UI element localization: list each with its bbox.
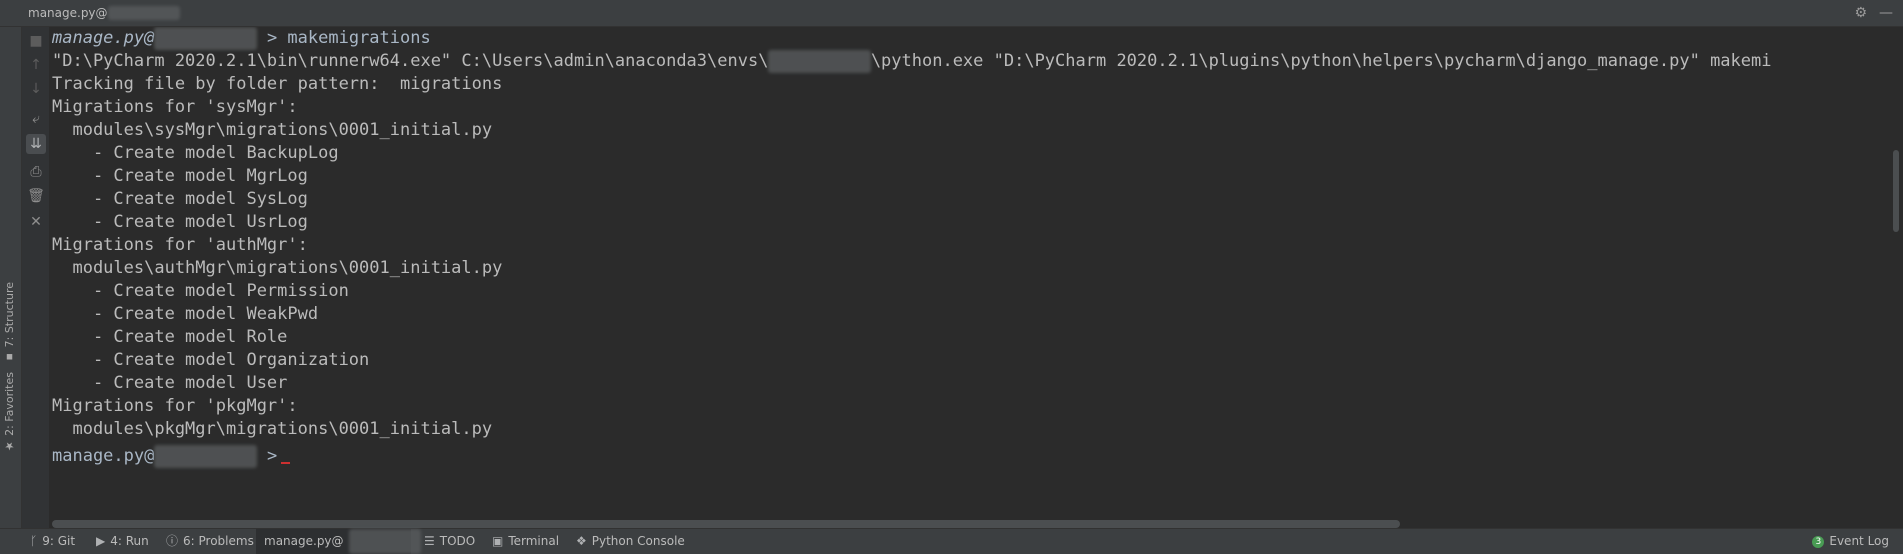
event-log-label: Event Log: [1829, 534, 1889, 548]
tab-terminal-label: Terminal: [508, 534, 560, 548]
output-line: Migrations for 'sysMgr':: [52, 97, 298, 117]
tab-run[interactable]: ▶ 4: Run: [88, 529, 157, 554]
terminal-icon: ▣: [492, 534, 504, 548]
console-toolbar: ■ ↑ ↓ ⤶ ⇊ ⎙ 🗑 ✕: [22, 27, 50, 528]
todo-list-icon: ☰: [424, 534, 435, 548]
tab-manage-label: manage.py@: [264, 534, 344, 548]
output-line: Migrations for 'pkgMgr':: [52, 396, 298, 416]
command-line: manage.py@bms_django > makemigrations: [52, 27, 1889, 50]
title-blurred-project: bms_django: [107, 6, 180, 20]
tab-problems-label: 6: Problems: [183, 534, 254, 548]
tab-problems[interactable]: ⓘ 6: Problems: [158, 529, 262, 554]
text-cursor: [281, 462, 291, 464]
output-line: - Create model MgrLog: [52, 166, 308, 186]
scroll-down-icon[interactable]: ↓: [26, 79, 46, 99]
tab-python-console-label: Python Console: [591, 534, 685, 548]
output-line: - Create model Organization: [52, 350, 370, 370]
favorites-tab-label: 2: Favorites: [3, 372, 16, 436]
tab-python-console[interactable]: ❖ Python Console: [568, 529, 693, 554]
problems-info-icon: ⓘ: [166, 534, 179, 548]
horizontal-scrollbar[interactable]: [52, 520, 1400, 528]
run-command-part-2: \python.exe "D:\PyCharm 2020.2.1\plugins…: [870, 51, 1772, 71]
output-line: modules\authMgr\migrations\0001_initial.…: [52, 258, 503, 278]
run-play-icon: ▶: [96, 534, 106, 548]
run-command-part-1: "D:\PyCharm 2020.2.1\bin\runnerw64.exe" …: [52, 51, 769, 71]
output-line: - Create model Permission: [52, 281, 349, 301]
console-output[interactable]: manage.py@bms_django > makemigrations "D…: [52, 27, 1889, 517]
vertical-scrollbar[interactable]: [1893, 150, 1899, 232]
trash-icon[interactable]: 🗑: [26, 186, 46, 206]
structure-icon: ▪: [3, 347, 16, 364]
output-line: Tracking file by folder pattern: migrati…: [52, 74, 503, 94]
output-line: - Create model User: [52, 373, 288, 393]
tab-run-label: 4: Run: [110, 534, 149, 548]
output-line: - Create model UsrLog: [52, 212, 308, 232]
output-line: - Create model Role: [52, 327, 288, 347]
tool-window-title-bar: manage.py@bms_django ⚙ —: [0, 0, 1903, 27]
tab-git[interactable]: ᚴ 9: Git: [22, 529, 83, 554]
output-line: modules\pkgMgr\migrations\0001_initial.p…: [52, 419, 493, 439]
output-line: - Create model BackupLog: [52, 143, 339, 163]
favorites-tab[interactable]: ★ 2: Favorites: [3, 372, 16, 452]
star-icon: ★: [3, 435, 16, 453]
tab-terminal[interactable]: ▣ Terminal: [484, 529, 567, 554]
tab-todo-label: TODO: [439, 534, 476, 548]
output-line: - Create model WeakPwd: [52, 304, 319, 324]
end-prompt-label: manage.py@: [52, 446, 155, 466]
scroll-to-end-icon[interactable]: ⇊: [26, 134, 46, 154]
end-prompt-blurred-project: bms_django: [154, 445, 257, 468]
settings-gear-icon[interactable]: ⚙: [1854, 5, 1867, 21]
git-branch-icon: ᚴ: [30, 534, 38, 548]
input-prompt-line[interactable]: manage.py@bms_django >: [52, 445, 1889, 468]
close-icon[interactable]: ✕: [26, 212, 46, 232]
output-line: - Create model SysLog: [52, 189, 308, 209]
structure-tab-label: 7: Structure: [3, 282, 16, 348]
tab-manage-blurred-project: bms_django: [348, 529, 421, 554]
output-line: Migrations for 'authMgr':: [52, 235, 308, 255]
stop-icon[interactable]: ■: [26, 31, 46, 51]
python-console-icon: ❖: [576, 534, 587, 548]
title-text: manage.py@: [28, 6, 108, 20]
tab-manage-py[interactable]: manage.py@ bms_django: [256, 529, 421, 554]
left-tool-strip: ▪ 7: Structure ★ 2: Favorites: [0, 27, 22, 528]
command-text: > makemigrations: [256, 28, 431, 48]
output-line: modules\sysMgr\migrations\0001_initial.p…: [52, 120, 493, 140]
tab-git-label: 9: Git: [42, 534, 76, 548]
scroll-up-icon[interactable]: ↑: [26, 55, 46, 75]
prompt-blurred-project: bms_django: [154, 27, 257, 50]
tab-todo[interactable]: ☰ TODO: [416, 529, 483, 554]
end-prompt-suffix: >: [256, 446, 278, 466]
event-log-tab[interactable]: 3 Event Log: [1804, 529, 1897, 554]
tool-window-title: manage.py@bms_django: [28, 6, 180, 20]
prompt-label: manage.py@: [52, 28, 155, 48]
run-command-line: "D:\PyCharm 2020.2.1\bin\runnerw64.exe" …: [52, 50, 1889, 73]
event-count-badge: 3: [1812, 535, 1825, 548]
soft-wrap-icon[interactable]: ⤶: [26, 109, 46, 129]
bottom-tool-bar: ᚴ 9: Git ▶ 4: Run ⓘ 6: Problems manage.p…: [0, 528, 1903, 554]
print-icon[interactable]: ⎙: [26, 162, 46, 182]
minimize-icon[interactable]: —: [1879, 5, 1893, 21]
run-command-blurred-env: bms_django: [768, 50, 871, 73]
structure-tab[interactable]: ▪ 7: Structure: [3, 282, 16, 364]
